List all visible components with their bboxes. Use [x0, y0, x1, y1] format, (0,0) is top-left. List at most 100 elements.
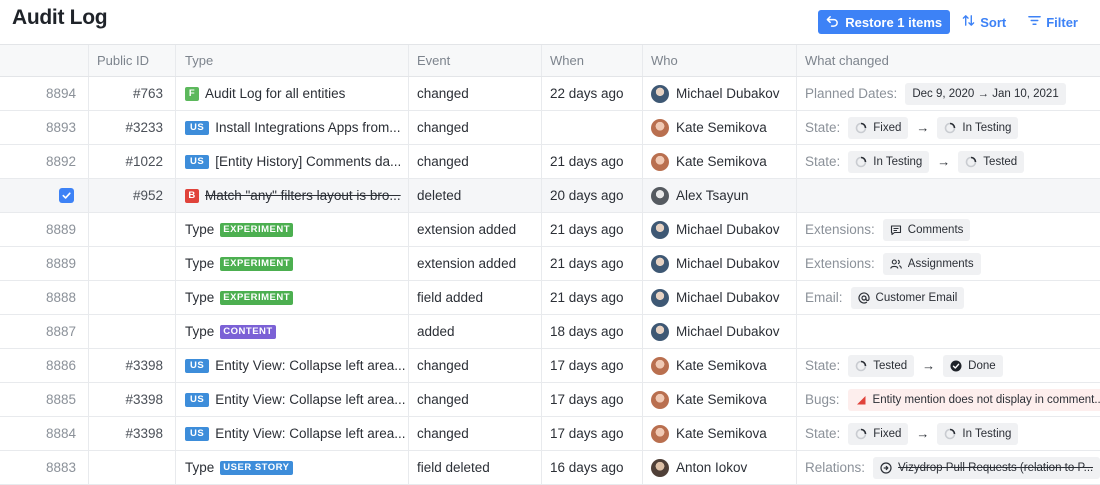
- progress-icon: [965, 156, 977, 168]
- author-name[interactable]: Alex Tsayun: [676, 188, 749, 203]
- type-cell[interactable]: US Entity View: Collapse left area...: [176, 417, 409, 450]
- author-name[interactable]: Michael Dubakov: [676, 222, 780, 237]
- change-chip[interactable]: In Testing: [937, 116, 1019, 139]
- table-row[interactable]: 8887 Type CONTENT added 18 days ago Michael D…: [0, 315, 1100, 349]
- author[interactable]: Kate Semikova: [643, 417, 797, 450]
- author[interactable]: Michael Dubakov: [643, 281, 797, 314]
- row-number: 8893: [0, 111, 89, 144]
- public-id[interactable]: [89, 213, 176, 246]
- table-row[interactable]: 8889 Type EXPERIMENT extension added 21 days…: [0, 213, 1100, 247]
- author[interactable]: Michael Dubakov: [643, 315, 797, 348]
- change-chip[interactable]: Comments: [882, 218, 971, 241]
- author-name[interactable]: Michael Dubakov: [676, 256, 780, 271]
- author-name[interactable]: Michael Dubakov: [676, 324, 780, 339]
- public-id[interactable]: #1022: [89, 145, 176, 178]
- change-chip[interactable]: Assignments: [882, 252, 981, 275]
- type-cell[interactable]: US [Entity History] Comments da...: [176, 145, 409, 178]
- author-name[interactable]: Kate Semikova: [676, 154, 767, 169]
- sort-button[interactable]: Sort: [962, 14, 1006, 30]
- public-id[interactable]: #3233: [89, 111, 176, 144]
- table-row[interactable]: #952 B Match "any" filters layout is bro..…: [0, 179, 1100, 213]
- change-chip[interactable]: Vizydrop Pull Requests (relation to P...: [873, 456, 1100, 479]
- table-row[interactable]: 8892 #1022 US [Entity History] Comments da.…: [0, 145, 1100, 179]
- author-name[interactable]: Kate Semikova: [676, 120, 767, 135]
- column-header-who[interactable]: Who: [643, 45, 797, 76]
- type-cell[interactable]: Type EXPERIMENT: [176, 281, 409, 314]
- avatar: [651, 458, 669, 477]
- type-cell[interactable]: F Audit Log for all entities: [176, 77, 409, 110]
- author[interactable]: Michael Dubakov: [643, 213, 797, 246]
- author-name[interactable]: Kate Semikova: [676, 426, 767, 441]
- author[interactable]: Kate Semikova: [643, 383, 797, 416]
- author-name[interactable]: Anton Iokov: [676, 460, 747, 475]
- table-row[interactable]: 8883 Type USER STORY field deleted 16 days a…: [0, 451, 1100, 485]
- change-chip[interactable]: Dec 9, 2020 → Jan 10, 2021: [905, 82, 1066, 105]
- author-name[interactable]: Kate Semikova: [676, 392, 767, 407]
- author[interactable]: Michael Dubakov: [643, 77, 797, 110]
- change-chip[interactable]: In Testing: [937, 422, 1019, 445]
- type-cell[interactable]: Type USER STORY: [176, 451, 409, 484]
- type-badge-content: CONTENT: [220, 324, 276, 339]
- entity-title[interactable]: Entity View: Collapse left area...: [215, 426, 405, 441]
- author-name[interactable]: Michael Dubakov: [676, 86, 780, 101]
- public-id[interactable]: [89, 247, 176, 280]
- table-row[interactable]: 8884 #3398 US Entity View: Collapse left ar…: [0, 417, 1100, 451]
- type-cell[interactable]: Type EXPERIMENT: [176, 247, 409, 280]
- column-header-what-changed[interactable]: What changed: [797, 45, 1100, 76]
- public-id[interactable]: [89, 281, 176, 314]
- change-chip[interactable]: Customer Email: [850, 286, 965, 309]
- table-row[interactable]: 8893 #3233 US Install Integrations Apps fro…: [0, 111, 1100, 145]
- entity-title[interactable]: [Entity History] Comments da...: [215, 154, 401, 169]
- type-cell[interactable]: B Match "any" filters layout is bro...: [176, 179, 409, 212]
- column-header-when[interactable]: When: [542, 45, 643, 76]
- author[interactable]: Kate Semikova: [643, 111, 797, 144]
- author[interactable]: Kate Semikova: [643, 145, 797, 178]
- change-chip[interactable]: Fixed: [848, 116, 909, 139]
- table-row[interactable]: 8888 Type EXPERIMENT field added 21 days ago…: [0, 281, 1100, 315]
- entity-title[interactable]: Entity View: Collapse left area...: [215, 358, 405, 373]
- type-cell[interactable]: US Entity View: Collapse left area...: [176, 383, 409, 416]
- entity-title[interactable]: Audit Log for all entities: [205, 86, 345, 101]
- change-chip[interactable]: Entity mention does not display in comme…: [847, 388, 1100, 411]
- public-id[interactable]: [89, 451, 176, 484]
- column-header-event[interactable]: Event: [409, 45, 542, 76]
- entity-title[interactable]: Entity View: Collapse left area...: [215, 392, 405, 407]
- entity-title[interactable]: Install Integrations Apps from...: [215, 120, 400, 135]
- change-chip[interactable]: Done: [943, 354, 1003, 377]
- public-id[interactable]: #952: [89, 179, 176, 212]
- public-id[interactable]: [89, 315, 176, 348]
- table-row[interactable]: 8885 #3398 US Entity View: Collapse left ar…: [0, 383, 1100, 417]
- author-name[interactable]: Kate Semikova: [676, 358, 767, 373]
- author-name[interactable]: Michael Dubakov: [676, 290, 780, 305]
- table-row[interactable]: 8894 #763 F Audit Log for all entities chang…: [0, 77, 1100, 111]
- type-cell[interactable]: Type EXPERIMENT: [176, 213, 409, 246]
- public-id[interactable]: #763: [89, 77, 176, 110]
- filter-button[interactable]: Filter: [1028, 14, 1078, 30]
- type-cell[interactable]: US Entity View: Collapse left area...: [176, 349, 409, 382]
- author[interactable]: Michael Dubakov: [643, 247, 797, 280]
- column-header-public-id[interactable]: Public ID: [89, 45, 176, 76]
- chip-label: Assignments: [907, 257, 974, 270]
- chip-label: Comments: [907, 223, 964, 236]
- column-header-type[interactable]: Type: [176, 45, 409, 76]
- type-word: Type: [185, 460, 215, 475]
- public-id[interactable]: #3398: [89, 349, 176, 382]
- public-id[interactable]: #3398: [89, 417, 176, 450]
- author[interactable]: Alex Tsayun: [643, 179, 797, 212]
- author[interactable]: Anton Iokov: [643, 451, 797, 484]
- table-row[interactable]: 8889 Type EXPERIMENT extension added 21 days…: [0, 247, 1100, 281]
- chip-label: Fixed: [873, 427, 902, 440]
- type-cell[interactable]: Type CONTENT: [176, 315, 409, 348]
- table-row[interactable]: 8886 #3398 US Entity View: Collapse left ar…: [0, 349, 1100, 383]
- change-label: Relations:: [805, 460, 866, 475]
- type-cell[interactable]: US Install Integrations Apps from...: [176, 111, 409, 144]
- change-chip[interactable]: Fixed: [848, 422, 909, 445]
- change-chip[interactable]: Tested: [848, 354, 915, 377]
- restore-button[interactable]: Restore 1 items: [818, 10, 951, 34]
- author[interactable]: Kate Semikova: [643, 349, 797, 382]
- change-chip[interactable]: In Testing: [848, 150, 930, 173]
- public-id[interactable]: #3398: [89, 383, 176, 416]
- change-chip[interactable]: Tested: [958, 150, 1025, 173]
- row-checkbox[interactable]: [59, 188, 74, 203]
- entity-title[interactable]: Match "any" filters layout is bro...: [205, 188, 401, 203]
